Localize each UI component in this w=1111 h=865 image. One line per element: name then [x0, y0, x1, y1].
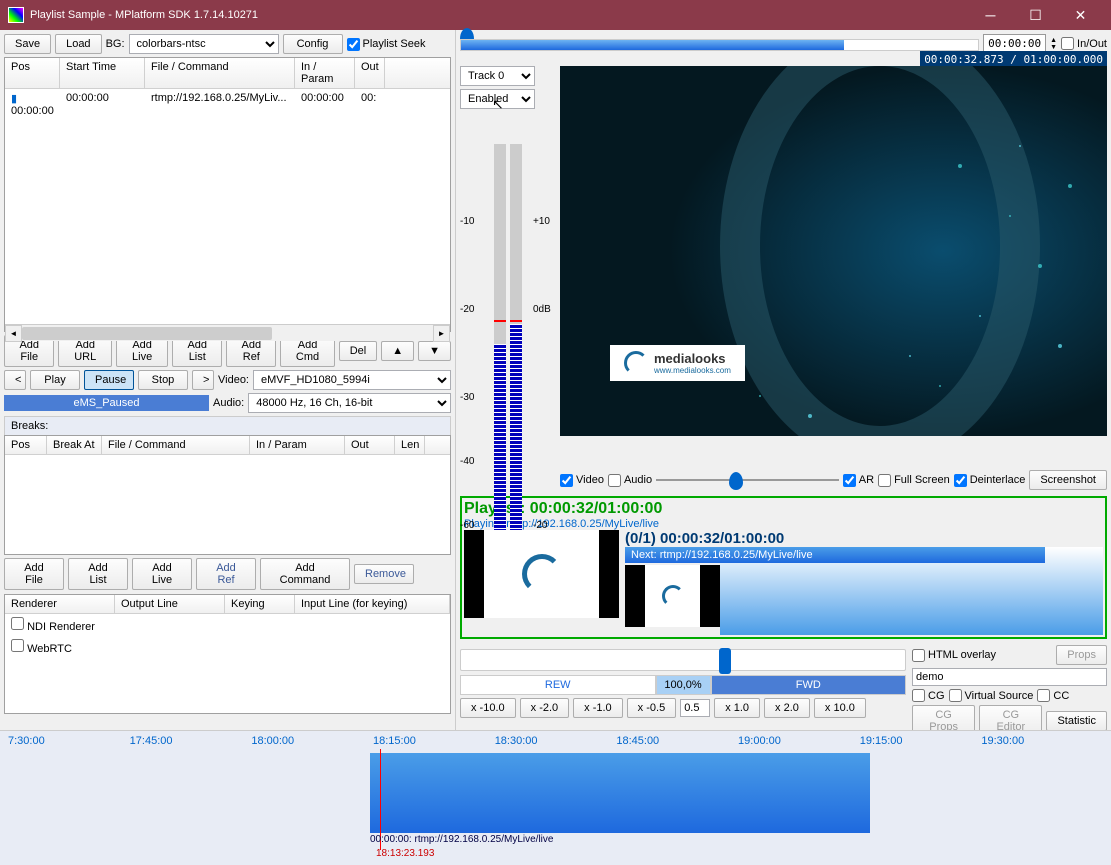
audio-format-select[interactable]: 48000 Hz, 16 Ch, 16-bit [248, 393, 451, 413]
video-label: Video: [218, 374, 249, 386]
volume-slider[interactable] [656, 470, 839, 490]
schedule-timeline[interactable]: 7:30:0017:45:0018:00:00 18:15:0018:30:00… [0, 730, 1111, 865]
status-bar: eMS_Paused [4, 395, 209, 411]
prev-button[interactable]: < [4, 370, 26, 390]
pause-button[interactable]: Pause [84, 370, 134, 390]
maximize-button[interactable]: ☐ [1013, 0, 1058, 30]
cg-checkbox[interactable]: CG [912, 689, 945, 702]
load-button[interactable]: Load [55, 34, 101, 54]
playlist-info-panel: Playlist: 00:00:32/01:00:00 Playing: rtm… [460, 496, 1107, 639]
speed-btn[interactable]: x -0.5 [627, 698, 677, 718]
play-button[interactable]: Play [30, 370, 80, 390]
speed-input[interactable] [680, 699, 710, 717]
current-thumb [464, 530, 619, 618]
window-title: Playlist Sample - MPlatform SDK 1.7.14.1… [30, 9, 258, 21]
del-button[interactable]: Del [339, 341, 378, 361]
breaks-label: Breaks: [4, 416, 451, 435]
schedule-clip[interactable] [370, 753, 870, 833]
speed-btn[interactable]: x 10.0 [814, 698, 866, 718]
demo-input[interactable] [912, 668, 1107, 686]
fwd-label: FWD [711, 675, 907, 695]
app-icon [8, 7, 24, 23]
speed-btn[interactable]: x -2.0 [520, 698, 570, 718]
col-pos[interactable]: Pos [5, 58, 60, 88]
speed-buttons: x -10.0 x -2.0 x -1.0 x -0.5 x 1.0 x 2.0… [460, 698, 906, 718]
breaks-addlive-button[interactable]: Add Live [132, 558, 192, 590]
renderer-row[interactable]: NDI Renderer [5, 614, 450, 636]
minimize-button[interactable]: ─ [968, 0, 1013, 30]
speed-btn[interactable]: x -10.0 [460, 698, 516, 718]
speed-slider[interactable] [460, 649, 906, 671]
col-file[interactable]: File / Command [145, 58, 295, 88]
breaks-remove-button[interactable]: Remove [354, 564, 414, 584]
movedown-button[interactable]: ▼ [418, 341, 451, 361]
save-button[interactable]: Save [4, 34, 51, 54]
audio-meter: -10 -20 -30 -40 -60 +10 0dB -20 [460, 144, 555, 544]
breaks-addref-button[interactable]: Add Ref [196, 558, 256, 590]
playlist-info-title: Playlist: 00:00:32/01:00:00 [464, 500, 1103, 518]
scroll-right-button[interactable]: ► [433, 325, 450, 342]
playlist-table: Pos Start Time File / Command In / Param… [4, 57, 451, 332]
vsource-checkbox[interactable]: Virtual Source [949, 689, 1034, 702]
html-overlay-checkbox[interactable]: HTML overlay [912, 649, 996, 662]
counter-label: (0/1) 00:00:32/01:00:00 [625, 530, 1103, 547]
next-button[interactable]: > [192, 370, 214, 390]
track-select[interactable]: Track 0 [460, 66, 535, 86]
now-label: 18:13:23.193 [376, 848, 434, 859]
ar-checkbox[interactable]: AR [843, 474, 874, 487]
inout-checkbox[interactable]: In/Out [1061, 37, 1107, 50]
bg-label: BG: [106, 38, 125, 50]
renderer-table: Renderer Output Line Keying Input Line (… [4, 594, 451, 714]
moveup-button[interactable]: ▲ [381, 341, 414, 361]
col-out[interactable]: Out [355, 58, 385, 88]
cursor-icon: ↖ [492, 96, 504, 113]
scroll-thumb[interactable] [22, 327, 272, 340]
props-button[interactable]: Props [1056, 645, 1107, 665]
speed-btn[interactable]: x 1.0 [714, 698, 760, 718]
video-format-select[interactable]: eMVF_HD1080_5994i [253, 370, 451, 390]
speed-btn[interactable]: x 2.0 [764, 698, 810, 718]
stop-button[interactable]: Stop [138, 370, 188, 390]
playlist-row[interactable]: ▮ 00:00:00 00:00:00 rtmp://192.168.0.25/… [5, 89, 450, 120]
speed-pct: 100,0% [656, 675, 711, 695]
video-preview: medialookswww.medialooks.com [560, 66, 1107, 436]
screenshot-button[interactable]: Screenshot [1029, 470, 1107, 490]
col-inparam[interactable]: In / Param [295, 58, 355, 88]
audio-checkbox[interactable]: Audio [608, 474, 652, 487]
breaks-addcmd-button[interactable]: Add Command [260, 558, 350, 590]
statistic-button[interactable]: Statistic [1046, 711, 1107, 731]
deinterlace-checkbox[interactable]: Deinterlace [954, 474, 1026, 487]
renderer-row[interactable]: WebRTC [5, 636, 450, 658]
breaks-table: Pos Break At File / Command In / Param O… [4, 435, 451, 555]
config-button[interactable]: Config [283, 34, 343, 54]
rew-label: REW [460, 675, 656, 695]
video-checkbox[interactable]: Video [560, 474, 604, 487]
playing-label: Playing: rtmp://192.168.0.25/MyLive/live [464, 518, 1103, 530]
fullscreen-checkbox[interactable]: Full Screen [878, 474, 950, 487]
watermark-logo: medialookswww.medialooks.com [610, 345, 745, 381]
cc-checkbox[interactable]: CC [1037, 689, 1069, 702]
next-label: Next: rtmp://192.168.0.25/MyLive/live [625, 547, 1045, 563]
audio-label: Audio: [213, 397, 244, 409]
close-button[interactable]: ✕ [1058, 0, 1103, 30]
playlist-seek-checkbox[interactable]: Playlist Seek [347, 38, 426, 51]
scroll-left-button[interactable]: ◄ [5, 325, 22, 342]
speed-btn[interactable]: x -1.0 [573, 698, 623, 718]
titlebar: Playlist Sample - MPlatform SDK 1.7.14.1… [0, 0, 1111, 30]
bg-select[interactable]: colorbars-ntsc [129, 34, 279, 54]
breaks-addlist-button[interactable]: Add List [68, 558, 128, 590]
next-thumb [625, 565, 720, 627]
breaks-addfile-button[interactable]: Add File [4, 558, 64, 590]
seek-track[interactable] [460, 39, 979, 51]
col-start[interactable]: Start Time [60, 58, 145, 88]
clip-label: 00:00:00: rtmp://192.168.0.25/MyLive/liv… [370, 834, 553, 845]
